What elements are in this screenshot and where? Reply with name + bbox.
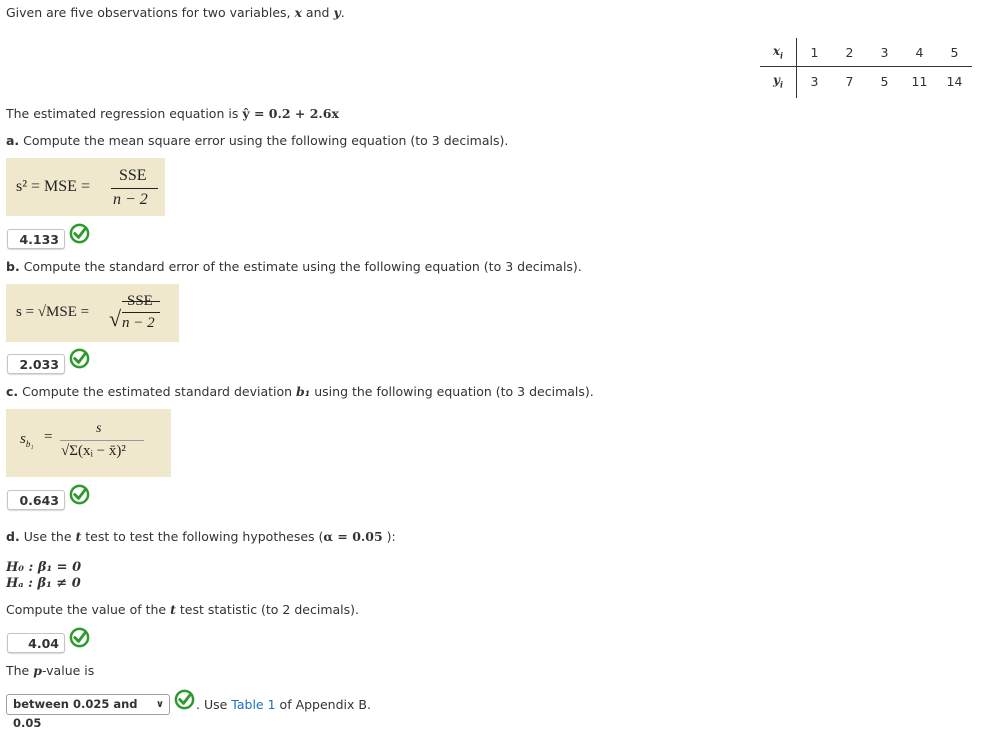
part-b-prompt: b. Compute the standard error of the est… [6,259,582,274]
var-x: x [294,5,302,20]
mse-formula-denominator: n − 2 [113,191,148,208]
fraction-bar [122,312,160,313]
y-value: 7 [845,73,854,89]
part-d-close: ): [382,529,396,544]
se-formula-numerator: SSE [127,293,153,309]
x-value: 1 [796,38,832,67]
part-a-text: Compute the mean square error using the … [23,133,509,148]
equals-sign: = [44,429,53,445]
use-text: . Use [196,697,228,712]
y-value: 14 [946,73,963,89]
appendix-text: of Appendix B. [279,697,371,712]
null-hypothesis: H₀ : β₁ = 0 [6,560,82,575]
p-value-selected-option: between 0.025 and 0.05 [13,697,138,730]
x-value: 4 [902,38,937,67]
fraction-bar [60,440,144,441]
se-answer-field[interactable]: 2.033 [7,354,65,374]
part-d-text-after: test to test the following hypotheses ( [85,529,324,544]
x-value: 2 [832,38,867,67]
mse-formula: s² = MSE = SSE n − 2 [6,158,165,216]
x-value: 5 [937,38,972,67]
correct-check-icon [174,689,195,710]
se-formula-denominator: n − 2 [122,315,155,331]
t-stat-prompt: Compute the value of the t test statisti… [6,602,359,617]
correct-check-icon [69,627,90,648]
sb1-answer-field[interactable]: 0.643 [7,490,65,510]
table-divider [796,38,797,98]
y-value: 11 [911,73,928,89]
var-y: y [333,5,341,20]
sb1-lhs-subscript: b₁ [25,439,34,449]
part-b-text: Compute the standard error of the estima… [23,259,582,274]
p-value-text-after: -value is [41,663,95,678]
row-header-y: yi [760,66,797,95]
b1-symbol: b₁ [296,384,311,399]
correct-check-icon [69,348,90,369]
y-value: 3 [810,73,819,89]
sqrt-icon: √ [109,306,122,331]
appendix-note: . Use Table 1 of Appendix B. [196,697,371,712]
mse-formula-lhs: s² = MSE = [16,178,90,195]
sb1-denominator: √Σ(xᵢ − x̄)² [61,443,126,459]
part-d-prompt: d. Use the t test to test the following … [6,529,396,544]
regression-text: The estimated regression equation is [6,106,239,121]
part-a-label: a. [6,133,20,148]
mse-formula-numerator: SSE [119,167,147,184]
p-value-text: The [6,663,30,678]
observations-table: xi 1 2 3 4 5 yi 3 7 5 11 14 [760,38,972,95]
t-symbol: t [170,602,176,617]
part-b-label: b. [6,259,20,274]
se-formula-lhs: s = √MSE = [16,304,90,320]
p-value-prompt: The p-value is [6,663,94,678]
table-1-link[interactable]: Table 1 [231,697,275,712]
sb1-numerator: s [96,421,102,436]
p-symbol: p [33,663,42,678]
chevron-down-icon: ∨ [155,699,164,710]
standard-error-formula: s = √MSE = √ SSE n − 2 [6,284,179,342]
t-stat-text: Compute the value of the [6,602,167,617]
table-row-x: xi 1 2 3 4 5 [760,38,972,67]
correct-check-icon [69,484,90,505]
part-d-text: Use the [23,529,72,544]
regression-statement: The estimated regression equation is ŷ =… [6,106,339,121]
part-a-prompt: a. Compute the mean square error using t… [6,133,508,148]
fraction-bar [111,188,158,189]
t-stat-text-after: test statistic (to 2 decimals). [179,602,360,617]
p-value-select[interactable]: between 0.025 and 0.05 ∨ [6,694,170,730]
intro-period: . [340,5,345,20]
part-c-text: Compute the estimated standard deviation [22,384,293,399]
sb1-formula: sb₁ = s √Σ(xᵢ − x̄)² [6,409,171,477]
correct-check-icon [69,223,90,244]
intro-and: and [305,5,330,20]
intro-sentence: Given are five observations for two vari… [6,5,291,20]
mse-answer-field[interactable]: 4.133 [7,229,65,249]
part-c-text-after: using the following equation (to 3 decim… [314,384,594,399]
t-stat-answer-field[interactable]: 4.04 [7,633,65,653]
x-value: 3 [867,38,902,67]
t-symbol: t [75,529,82,544]
part-c-label: c. [6,384,19,399]
part-d-label: d. [6,529,20,544]
intro-text: Given are five observations for two vari… [6,5,345,20]
regression-equation: ŷ = 0.2 + 2.6x [242,106,339,121]
alternative-hypothesis: Hₐ : β₁ ≠ 0 [6,576,81,591]
table-row-y: yi 3 7 5 11 14 [760,66,972,95]
row-header-x: xi [760,38,797,67]
alpha-value: α = 0.05 [323,529,383,544]
y-value: 5 [880,73,889,89]
part-c-prompt: c. Compute the estimated standard deviat… [6,384,594,399]
